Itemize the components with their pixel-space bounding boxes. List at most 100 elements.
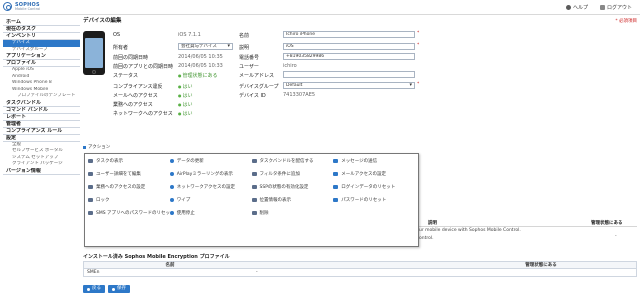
action-0[interactable]: タスクの表示 bbox=[88, 155, 170, 168]
back-button[interactable]: 戻る bbox=[83, 285, 105, 293]
action-label: タスクバンドルを配信する bbox=[259, 159, 314, 165]
logout-icon bbox=[599, 5, 605, 10]
device-id-label: デバイス ID bbox=[239, 93, 266, 99]
action-4[interactable]: ユーザー詳細をて編集 bbox=[88, 168, 170, 181]
os-value: iOS 7.1.1 bbox=[178, 32, 201, 38]
action-7[interactable]: メールアクセスの設定 bbox=[333, 168, 415, 181]
sidebar-item-0[interactable]: ホーム bbox=[3, 19, 80, 26]
action-label: ワイプ bbox=[176, 197, 191, 203]
last-app-sync-value: 2014/06/05 10:33 bbox=[178, 63, 223, 69]
action-label: メッセージの送信 bbox=[341, 159, 378, 165]
lock-icon bbox=[88, 197, 93, 202]
action-6[interactable]: フィルタ条件に追加 bbox=[251, 168, 334, 181]
action-12[interactable]: ロック bbox=[88, 194, 170, 207]
sidebar-item-17[interactable]: 設定 bbox=[3, 135, 80, 142]
action-5[interactable]: AirPlayミラーリングの表示 bbox=[169, 168, 252, 181]
sidebar-item-16[interactable]: コンプライアンス ルール bbox=[3, 128, 80, 135]
airplay-icon bbox=[169, 172, 174, 177]
status-value: 管理状態にある bbox=[178, 72, 218, 79]
encryption-col-managed: 管理状態にある bbox=[525, 263, 557, 268]
action-2[interactable]: タスクバンドルを配信する bbox=[251, 155, 334, 168]
sidebar-nav: ホーム 現在のタスク インベントリ デバイス デバイスグループ アプリケーション プロファイ… bbox=[3, 19, 80, 175]
product-name: Mobile Control bbox=[15, 6, 41, 11]
action-label: ロック bbox=[96, 197, 110, 203]
behind-header-divider bbox=[419, 226, 637, 227]
help-link[interactable]: ヘルプ bbox=[565, 4, 588, 11]
encryption-table: 名前 管理状態にある SMEn - bbox=[83, 261, 637, 277]
sidebar-item-12[interactable]: タスクバンドル bbox=[3, 100, 80, 107]
action-18[interactable]: 削除 bbox=[251, 206, 334, 219]
logout-label: ログアウト bbox=[606, 5, 632, 11]
action-10[interactable]: SSPの状態の有効化設定 bbox=[251, 181, 334, 194]
behind-row1-desc: ur mobile device with Sophos Mobile Cont… bbox=[419, 228, 521, 233]
email-field[interactable] bbox=[283, 71, 415, 78]
brand-name: SOPHOS bbox=[15, 1, 40, 8]
behind-row2-desc: ontrol. bbox=[419, 236, 434, 241]
phone-field[interactable]: +819035829986 bbox=[283, 53, 415, 60]
action-16[interactable]: SMS アプリへのパスワードのリセット bbox=[88, 206, 170, 219]
last-app-sync-label: 前回のアプリとの同期日時 bbox=[113, 64, 173, 70]
action-11[interactable]: ログインデータのリセット bbox=[333, 181, 415, 194]
page-title: デバイスの編集 bbox=[83, 18, 122, 24]
sms-icon bbox=[88, 210, 93, 215]
group-required-mark: * bbox=[417, 82, 420, 87]
encryption-col-blank bbox=[256, 262, 446, 268]
ssp-icon bbox=[251, 185, 257, 190]
email-label: メールアドレス bbox=[239, 73, 275, 79]
status-label: ステータス bbox=[113, 73, 139, 79]
reset-icon bbox=[333, 185, 339, 190]
logout-link[interactable]: ログアウト bbox=[599, 4, 632, 11]
sophos-logo-icon bbox=[3, 2, 12, 11]
action-label: 業務へのアクセスの設定 bbox=[96, 185, 146, 191]
encryption-row-managed bbox=[446, 269, 636, 276]
save-icon bbox=[112, 287, 115, 291]
sidebar-item-6[interactable]: プロファイル bbox=[3, 60, 80, 67]
name-required-mark: * bbox=[417, 31, 420, 36]
mail-icon bbox=[333, 172, 339, 177]
sidebar-item-13[interactable]: コマンド バンドル bbox=[3, 107, 80, 114]
save-button[interactable]: 保存 bbox=[108, 285, 130, 293]
action-13[interactable]: ワイプ bbox=[169, 194, 252, 207]
name-label: 名前 bbox=[239, 33, 250, 39]
action-17[interactable]: 使用停止 bbox=[169, 206, 252, 219]
action-15[interactable]: パスワードのリセット bbox=[333, 194, 415, 207]
action-label: タスクの表示 bbox=[96, 159, 123, 165]
device-id-value: 7413307AE5 bbox=[283, 92, 316, 98]
os-label: OS bbox=[113, 32, 121, 38]
sidebar-item-22[interactable]: バージョン情報 bbox=[3, 168, 80, 175]
edit-user-icon bbox=[88, 172, 93, 177]
action-label: メールアクセスの設定 bbox=[341, 172, 387, 178]
sidebar-item-15[interactable]: 管理者 bbox=[3, 121, 80, 128]
compliance-label: コンプライアンス違反 bbox=[113, 84, 163, 90]
action-label: 使用停止 bbox=[176, 210, 195, 216]
group-select[interactable]: Default bbox=[283, 82, 415, 89]
desc-required-mark: * bbox=[417, 43, 420, 48]
password-icon bbox=[333, 197, 339, 202]
sidebar-item-1[interactable]: 現在のタスク bbox=[3, 26, 80, 33]
encryption-row-name: SMEn bbox=[87, 270, 100, 275]
filter-icon bbox=[251, 172, 257, 177]
sophos-logo[interactable]: SOPHOS Mobile Control bbox=[3, 2, 40, 11]
sidebar-item-5[interactable]: アプリケーション bbox=[3, 53, 80, 60]
network-access-value: はい bbox=[178, 110, 193, 117]
action-label: ログインデータのリセット bbox=[341, 185, 396, 191]
action-label: SMS アプリへのパスワードのリセット bbox=[96, 210, 170, 216]
action-14[interactable]: 位置情報の表示 bbox=[251, 194, 334, 207]
action-1[interactable]: データの更新 bbox=[169, 155, 252, 168]
desc-field[interactable]: iOS bbox=[283, 43, 415, 50]
action-label: SSPの状態の有効化設定 bbox=[259, 185, 309, 191]
table-row[interactable]: SMEn - bbox=[84, 269, 636, 276]
back-label: 戻る bbox=[92, 286, 101, 291]
bundle-icon bbox=[251, 159, 257, 164]
delete-icon bbox=[251, 210, 257, 215]
lock-icon bbox=[88, 185, 93, 190]
action-8[interactable]: 業務へのアクセスの設定 bbox=[88, 181, 170, 194]
action-3[interactable]: メッセージの送信 bbox=[333, 155, 415, 168]
owner-select[interactable]: 会社貸与デバイス bbox=[178, 43, 233, 50]
sidebar-item-2[interactable]: インベントリ bbox=[3, 33, 80, 40]
sidebar-item-14[interactable]: レポート bbox=[3, 114, 80, 121]
actions-heading-icon bbox=[83, 145, 86, 149]
action-9[interactable]: ネットワークアクセスの設定 bbox=[169, 181, 252, 194]
last-sync-label: 前回の同期日時 bbox=[113, 55, 149, 61]
name-field[interactable]: Ichiro iPhone bbox=[283, 31, 415, 38]
